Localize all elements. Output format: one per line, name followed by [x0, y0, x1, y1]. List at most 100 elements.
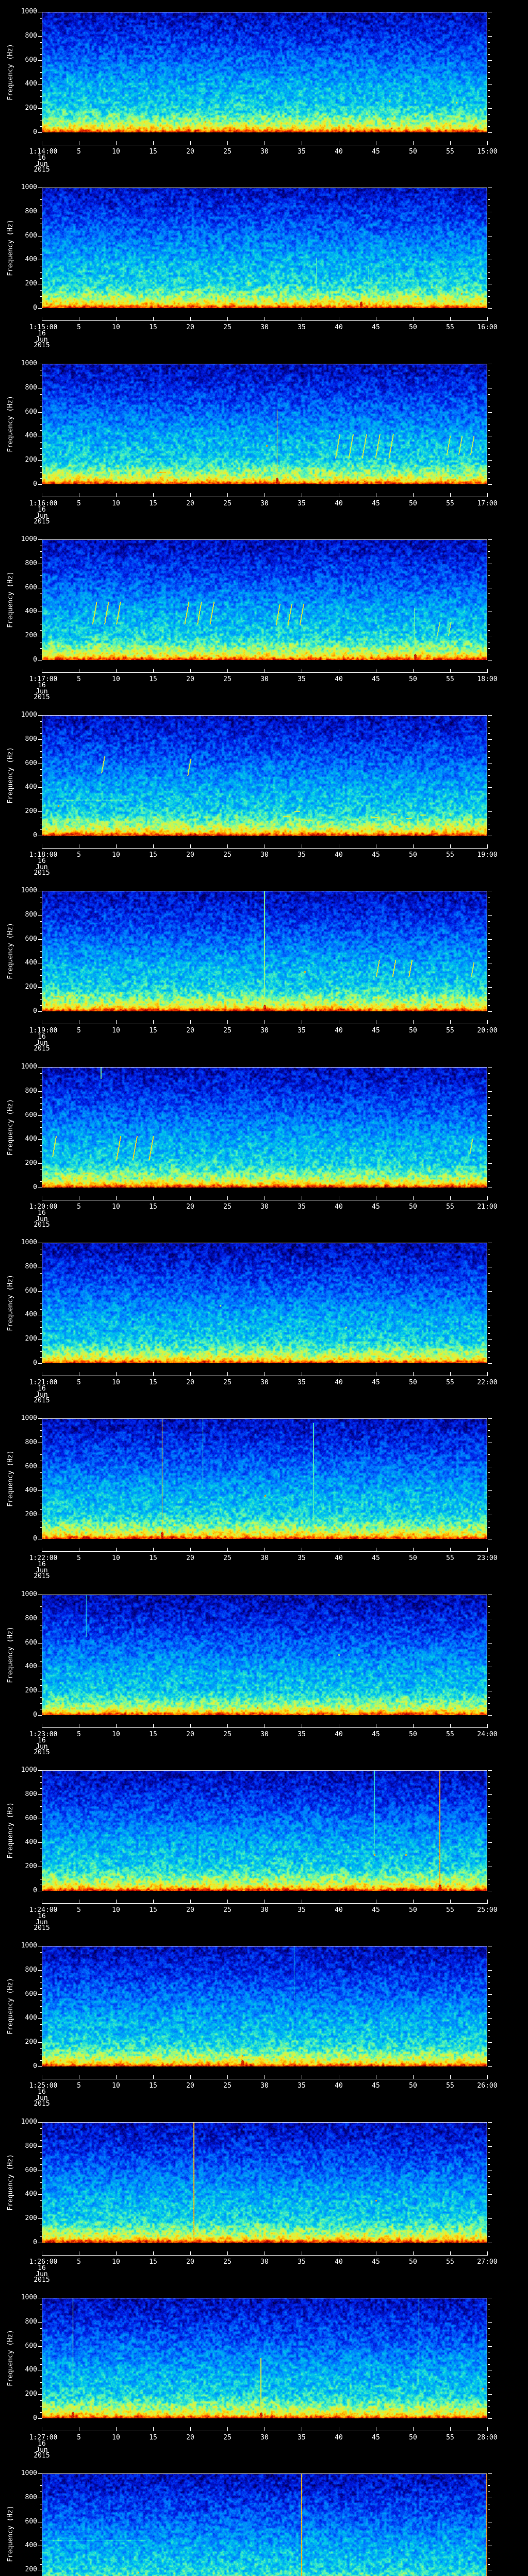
x-tick-label: 15: [149, 675, 157, 683]
x-major-tick: [116, 2251, 117, 2255]
x-axis-end-time-label: 22:00: [477, 1379, 498, 1386]
x-major-tick: [153, 2075, 154, 2079]
y-minor-tick-right: [488, 745, 490, 746]
y-minor-tick: [40, 2358, 42, 2359]
y-tick-label: 0: [33, 1183, 37, 1191]
y-minor-tick: [40, 1181, 42, 1182]
y-minor-tick: [40, 96, 42, 97]
spectrogram-canvas: [42, 891, 487, 1011]
spectrogram-panel: Frequency (Hz) 0 200 400 600 800 1000 1:21:00…: [0, 1231, 528, 1407]
spectrogram-panel: Frequency (Hz) 0 200 400 600 800 1000 1:27:00…: [0, 2286, 528, 2462]
x-major-tick: [450, 1548, 451, 1551]
x-major-tick: [116, 1372, 117, 1376]
y-minor-tick-right: [488, 575, 490, 576]
y-minor-tick-right: [488, 1679, 490, 1680]
y-minor-tick-right: [488, 454, 490, 455]
date-label: 16 Jun 2015: [11, 2441, 73, 2459]
y-tick-label: 400: [25, 783, 37, 791]
x-tick-label: 50: [409, 2258, 417, 2266]
y-tick-label: 600: [25, 1815, 37, 1822]
y-major-tick-right: [488, 787, 492, 788]
y-minor-tick: [40, 1151, 42, 1152]
y-major-tick: [38, 1490, 42, 1491]
y-major-tick-right: [488, 1115, 492, 1116]
x-tick-label: 30: [260, 1379, 269, 1386]
y-tick-label: 400: [25, 607, 37, 615]
x-tick-label: 25: [223, 1203, 232, 1211]
y-minor-tick: [40, 442, 42, 443]
y-tick-label: 800: [25, 1438, 37, 1446]
y-minor-tick: [40, 1103, 42, 1104]
x-major-tick: [450, 1372, 451, 1376]
y-minor-tick-right: [488, 466, 490, 467]
x-axis-end-time-label: 18:00: [477, 675, 498, 683]
x-tick-label: 15: [149, 1379, 157, 1386]
y-axis-title: Frequency (Hz): [7, 219, 14, 276]
x-major-tick: [153, 317, 154, 320]
y-minor-tick-right: [488, 1430, 490, 1431]
x-major-tick: [227, 1196, 228, 1200]
y-minor-tick: [40, 1005, 42, 1006]
y-minor-tick: [40, 975, 42, 976]
y-minor-tick: [40, 272, 42, 273]
x-tick-label: 35: [298, 1203, 306, 1211]
y-major-tick: [38, 1163, 42, 1164]
date-line: 2015: [34, 869, 50, 877]
y-major-tick-right: [488, 987, 492, 988]
x-tick-label: 30: [260, 851, 269, 859]
x-major-tick: [227, 2251, 228, 2255]
x-tick-label: 15: [149, 1906, 157, 1914]
y-tick-label: 1000: [21, 1239, 37, 1246]
y-minor-tick: [40, 557, 42, 558]
y-major-tick-right: [488, 1091, 492, 1092]
y-minor-tick-right: [488, 2012, 490, 2013]
x-tick-label: 50: [409, 1906, 417, 1914]
y-major-tick-right: [488, 308, 492, 309]
y-minor-tick: [40, 126, 42, 127]
y-axis-title: Frequency (Hz): [7, 1802, 14, 1859]
y-minor-tick-right: [488, 1976, 490, 1977]
y-minor-tick: [40, 2364, 42, 2365]
spectrogram-panel: Frequency (Hz) 0 200 400 600 800 1000 1:19:00…: [0, 879, 528, 1055]
y-minor-tick-right: [488, 1782, 490, 1783]
y-minor-tick-right: [488, 1327, 490, 1328]
y-tick-label: 200: [25, 807, 37, 815]
y-minor-tick-right: [488, 2564, 490, 2565]
spectrogram-canvas: [42, 1418, 487, 1539]
x-tick-label: 45: [372, 2434, 380, 2442]
x-axis-end-time-label: 27:00: [477, 2258, 498, 2266]
y-minor-tick: [40, 2140, 42, 2141]
y-minor-tick: [40, 478, 42, 479]
y-minor-tick-right: [488, 951, 490, 952]
spectrogram-panel: Frequency (Hz) 0 200 400 600 800 1000 1:14:00…: [0, 0, 528, 176]
y-tick-label: 400: [25, 2014, 37, 2022]
x-tick-label: 55: [446, 675, 454, 683]
y-minor-tick: [40, 1976, 42, 1977]
x-tick-label: 45: [372, 148, 380, 156]
x-tick-label: 40: [335, 1906, 343, 1914]
y-major-tick-right: [488, 2473, 492, 2474]
x-major-tick: [116, 2427, 117, 2431]
y-tick-label: 1000: [21, 887, 37, 894]
y-minor-tick-right: [488, 1472, 490, 1473]
y-minor-tick: [40, 1527, 42, 1528]
x-major-tick: [153, 1900, 154, 1903]
spectrogram-canvas: [42, 2122, 487, 2243]
spectrogram-canvas: [42, 539, 487, 660]
y-minor-tick: [40, 999, 42, 1000]
y-tick-label: 200: [25, 2038, 37, 2046]
y-minor-tick-right: [488, 72, 490, 73]
x-tick-label: 15: [149, 1731, 157, 1738]
y-minor-tick: [40, 448, 42, 449]
date-line: 2015: [34, 342, 50, 349]
y-tick-label: 600: [25, 584, 37, 591]
y-minor-tick-right: [488, 2030, 490, 2031]
y-minor-tick: [40, 1679, 42, 1680]
x-major-tick: [450, 2075, 451, 2079]
x-tick-label: 35: [298, 1906, 306, 1914]
y-minor-tick: [40, 933, 42, 934]
x-tick-label: 50: [409, 2082, 417, 2090]
y-minor-tick: [40, 745, 42, 746]
y-minor-tick: [40, 2012, 42, 2013]
x-tick-label: 10: [112, 1027, 120, 1035]
